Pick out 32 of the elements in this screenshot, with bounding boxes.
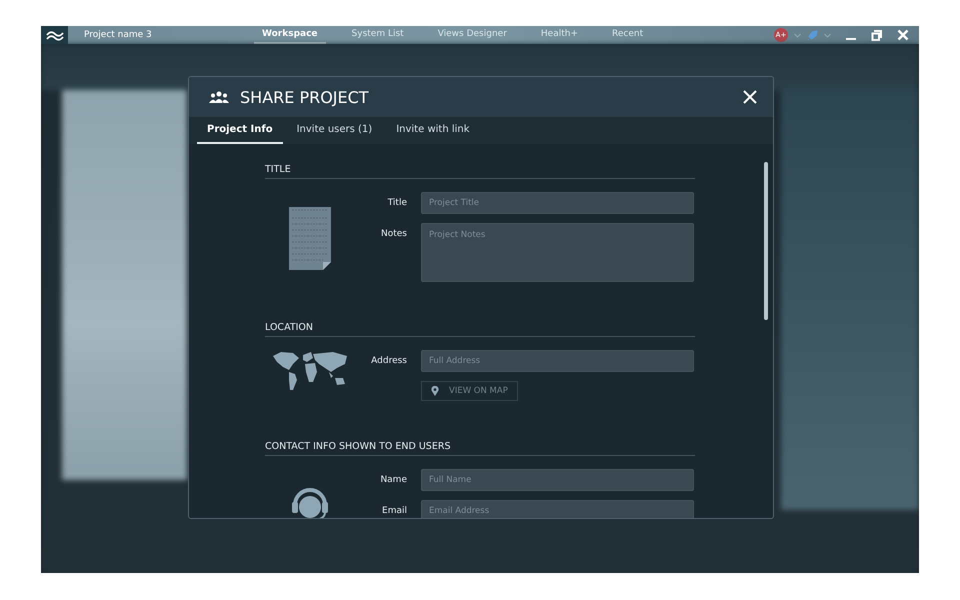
app-tab[interactable]: Views Designer bbox=[430, 26, 515, 44]
notepad-icon bbox=[287, 204, 333, 272]
app-tab[interactable]: Health+ bbox=[532, 26, 586, 44]
field-label: Name bbox=[379, 474, 407, 485]
notes-field[interactable]: Project Notes bbox=[421, 223, 694, 282]
input-field[interactable]: Full Address bbox=[421, 350, 694, 372]
field-label: Address bbox=[370, 355, 407, 366]
dialog-title: SHARE PROJECT bbox=[240, 88, 369, 106]
view-on-map-button[interactable]: VIEW ON MAP bbox=[421, 381, 518, 401]
input-field[interactable]: Full Name bbox=[421, 469, 694, 491]
dialog-tab[interactable]: Invite users (1) bbox=[286, 117, 382, 144]
restore-icon[interactable] bbox=[871, 29, 883, 41]
input-field[interactable]: Project Title bbox=[421, 192, 694, 214]
input-field[interactable]: Email Address bbox=[421, 500, 694, 518]
section-heading: LOCATION bbox=[265, 322, 695, 337]
section-heading: CONTACT INFO SHOWN TO END USERS bbox=[265, 441, 695, 456]
field-label: Email bbox=[381, 505, 407, 516]
dialog-tab[interactable]: Invite with link bbox=[386, 117, 480, 144]
project-name: Project name 3 bbox=[84, 30, 153, 40]
users-icon bbox=[209, 91, 229, 103]
scrollbar-thumb[interactable] bbox=[764, 162, 768, 320]
field-label: Notes bbox=[380, 228, 407, 239]
wave-logo-icon bbox=[46, 29, 64, 41]
close-icon[interactable] bbox=[897, 29, 909, 41]
app-tab[interactable]: System List bbox=[344, 26, 412, 44]
close-icon[interactable] bbox=[743, 90, 757, 104]
section-heading: TITLE bbox=[265, 164, 695, 179]
map-pin-icon bbox=[431, 386, 439, 396]
field-label: Title bbox=[386, 197, 407, 208]
app-tab[interactable]: Recent bbox=[604, 26, 652, 44]
app-logo[interactable] bbox=[41, 26, 68, 44]
dialog-tab[interactable]: Project Info bbox=[197, 117, 283, 144]
